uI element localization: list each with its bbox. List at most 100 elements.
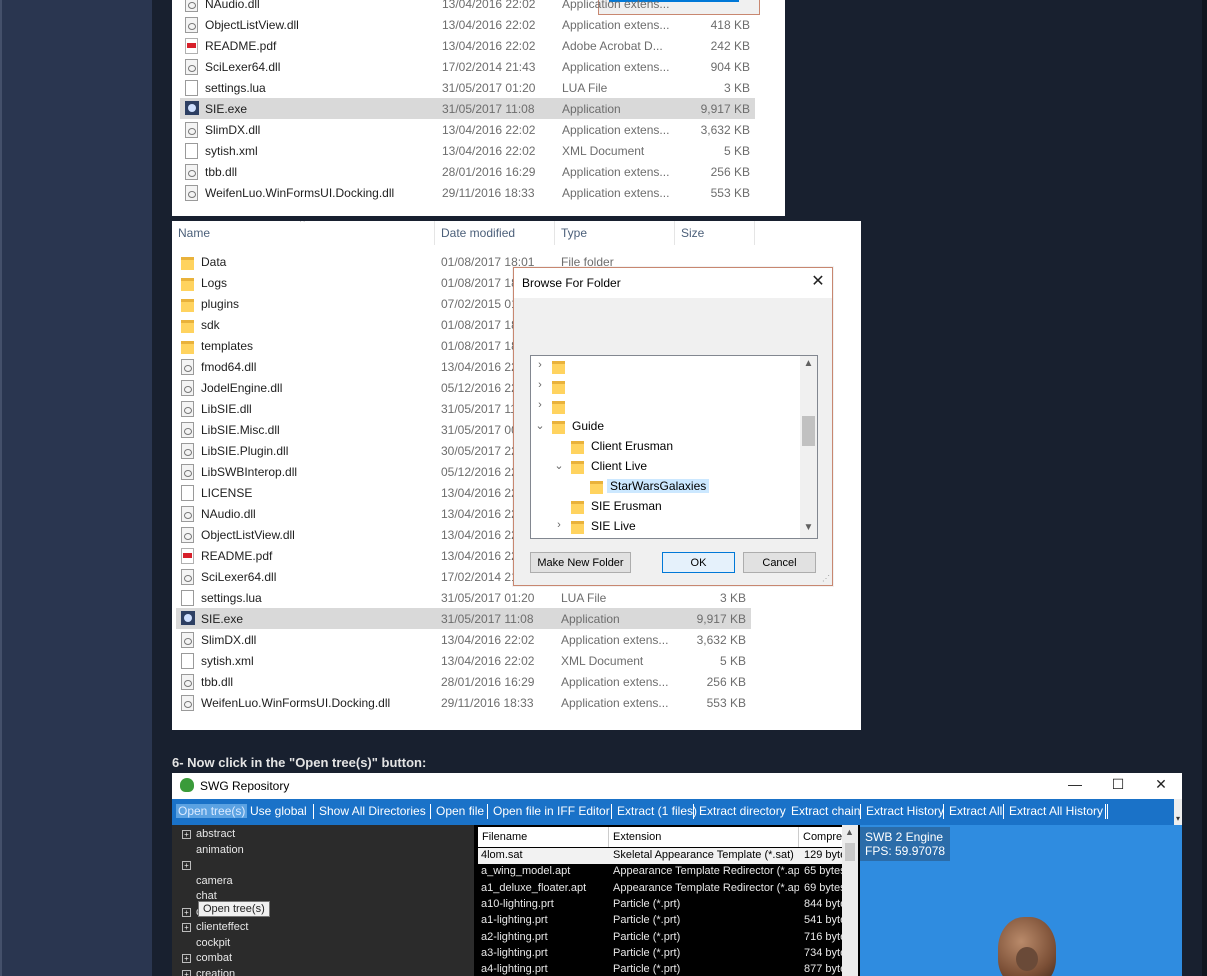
scroll-up-icon[interactable]: ▲ <box>845 827 854 837</box>
file-list[interactable]: Filename Extension Compre... 4lom.sat Ske… <box>478 825 858 976</box>
filename-header[interactable]: Filename <box>478 827 609 847</box>
scroll-thumb[interactable] <box>802 416 815 446</box>
folder-icon <box>181 278 194 291</box>
file-list-row[interactable]: 4lom.sat Skeletal Appearance Template (*.… <box>478 848 842 864</box>
toolbar-button[interactable]: Extract All History <box>1009 804 1103 818</box>
folder-icon <box>181 320 194 333</box>
toolbar-button[interactable]: Extract All <box>949 804 1002 818</box>
folder-icon <box>181 299 194 312</box>
folder-tree-node[interactable]: StarWarsGalaxies <box>531 476 799 496</box>
resize-grip-icon[interactable]: ⋰ <box>822 574 830 583</box>
toolbar-button[interactable]: Use global <box>250 804 307 818</box>
file-row[interactable]: sytish.xml 13/04/2016 22:02 XML Document 5 … <box>180 140 755 161</box>
folder-tree-node[interactable]: SIE Erusman <box>531 496 799 516</box>
file-row[interactable]: WeifenLuo.WinFormsUI.Docking.dll 29/11/20… <box>176 692 751 713</box>
compressed-header[interactable]: Compre... <box>799 827 851 847</box>
file-row[interactable]: tbb.dll 28/01/2016 16:29 Application exten… <box>176 671 751 692</box>
folder-tree-node[interactable]: › SIE Live <box>531 516 799 536</box>
folder-tree-node[interactable]: › <box>531 356 799 376</box>
chevron-right-icon[interactable]: › <box>554 519 564 531</box>
file-row[interactable]: SciLexer64.dll 17/02/2014 21:43 Applicatio… <box>180 56 755 77</box>
file-list-row[interactable]: a2-lighting.prt Particle (*.prt) 716 byte <box>478 930 842 946</box>
file-name: sytish.xml <box>201 654 254 668</box>
toolbar-button[interactable]: Open file in IFF Editor <box>493 804 610 818</box>
file-row[interactable]: tbb.dll 28/01/2016 16:29 Application exten… <box>180 161 755 182</box>
toolbar-button[interactable]: Extract (1 files) <box>617 804 697 818</box>
scroll-down-icon[interactable]: ▼ <box>800 522 817 533</box>
expand-plus-icon[interactable]: + <box>182 907 191 917</box>
expand-plus-icon[interactable]: + <box>182 969 191 976</box>
folder-tree-node[interactable]: Client Erusman <box>531 436 799 456</box>
file-list-scrollbar[interactable]: ▲ <box>842 825 858 976</box>
chevron-right-icon[interactable]: › <box>535 379 545 391</box>
file-row[interactable]: settings.lua 31/05/2017 01:20 LUA File 3 KB <box>176 587 751 608</box>
file-row[interactable]: SIE.exe 31/05/2017 11:08 Application 9,917 … <box>180 98 755 119</box>
toolbar-overflow-icon[interactable]: ▾ <box>1174 799 1182 825</box>
tree-node-label: combat <box>196 952 233 964</box>
tree-scrollbar[interactable]: ▲ ▼ <box>800 356 817 538</box>
file-list-row[interactable]: a_wing_model.apt Appearance Template Redi… <box>478 864 842 880</box>
scroll-thumb[interactable] <box>845 843 855 861</box>
toolbar-separator <box>430 804 431 819</box>
toolbar-button[interactable]: Open file <box>436 804 484 818</box>
minimize-icon[interactable]: — <box>1065 776 1085 792</box>
toolbar-separator <box>860 804 861 819</box>
folder-tree-node[interactable]: ⌄ Client Live <box>531 456 799 476</box>
file-name: a2-lighting.prt <box>481 930 548 943</box>
file-row[interactable]: SlimDX.dll 13/04/2016 22:02 Application ex… <box>180 119 755 140</box>
toolbar-button[interactable]: Extract directory <box>699 804 786 818</box>
folder-tree-node[interactable]: › <box>531 396 799 416</box>
file-list-row[interactable]: a1-lighting.prt Particle (*.prt) 541 byte <box>478 913 842 929</box>
expand-plus-icon[interactable]: + <box>182 861 191 870</box>
file-row[interactable]: SIE.exe 31/05/2017 11:08 Application 9,917 … <box>176 608 751 629</box>
swg-repository-window: SWG Repository — ☐ ✕ Open tree(s) Use glo… <box>172 773 1182 976</box>
application-icon <box>181 611 195 625</box>
tree-node-label: camera <box>196 874 233 887</box>
toolbar-button[interactable]: Show All Directories <box>319 804 426 818</box>
chevron-down-icon[interactable]: ⌄ <box>535 419 545 432</box>
toolbar-button[interactable]: Extract chain <box>791 804 860 818</box>
file-list-row[interactable]: a10-lighting.prt Particle (*.prt) 844 byte <box>478 897 842 913</box>
close-window-icon[interactable]: ✕ <box>1151 776 1171 793</box>
chevron-right-icon[interactable]: › <box>535 399 545 411</box>
extension-header[interactable]: Extension <box>609 827 799 847</box>
file-row[interactable]: WeifenLuo.WinFormsUI.Docking.dll 29/11/20… <box>180 182 755 203</box>
chevron-down-icon[interactable]: ⌄ <box>554 459 564 472</box>
chevron-right-icon[interactable]: › <box>535 359 545 371</box>
ok-button[interactable]: OK <box>662 552 735 573</box>
column-header-type[interactable]: Type <box>555 221 675 245</box>
toolbar-button[interactable]: Open tree(s) <box>176 804 248 818</box>
file-row[interactable]: sytish.xml 13/04/2016 22:02 XML Document 5 … <box>176 650 751 671</box>
column-header-date[interactable]: Date modified <box>435 221 555 245</box>
scroll-up-icon[interactable]: ▲ <box>800 358 817 369</box>
file-list-row[interactable]: a4-lighting.prt Particle (*.prt) 877 byte <box>478 962 842 976</box>
expand-plus-icon[interactable]: + <box>182 954 191 963</box>
sort-caret-icon: ^ <box>300 221 305 228</box>
maximize-icon[interactable]: ☐ <box>1108 776 1128 793</box>
file-row[interactable]: NAudio.dll 13/04/2016 22:02 Application ex… <box>180 0 755 14</box>
file-date: 13/04/2016 22:02 <box>442 39 536 53</box>
file-size: 65 bytes <box>804 865 842 878</box>
file-list-row[interactable]: a1_deluxe_floater.apt Appearance Template… <box>478 881 842 897</box>
file-name: SciLexer64.dll <box>205 60 281 74</box>
file-row[interactable]: README.pdf 13/04/2016 22:02 Adobe Acrobat … <box>180 35 755 56</box>
column-header-size[interactable]: Size <box>675 221 755 245</box>
folder-tree[interactable]: ▲ ▼ › › › ⌄ Guide Client Erusman ⌄ Client Live S… <box>530 355 818 539</box>
repository-tree[interactable]: +creation+combatcockpit+clienteffect+cli… <box>172 825 474 976</box>
file-type: Application <box>562 102 621 116</box>
file-row[interactable]: ObjectListView.dll 13/04/2016 22:02 Applic… <box>180 14 755 35</box>
folder-tree-node[interactable]: › <box>531 376 799 396</box>
file-size: 9,917 KB <box>700 102 750 116</box>
cancel-button[interactable]: Cancel <box>743 552 816 573</box>
file-row[interactable]: SlimDX.dll 13/04/2016 22:02 Application ex… <box>176 629 751 650</box>
folder-tree-node[interactable]: ⌄ Guide <box>531 416 799 436</box>
expand-plus-icon[interactable]: + <box>182 830 191 839</box>
3d-viewport[interactable]: SWB 2 Engine FPS: 59.97078 <box>860 825 1182 976</box>
close-icon[interactable]: ✕ <box>810 274 826 290</box>
make-new-folder-button[interactable]: Make New Folder <box>530 552 631 573</box>
toolbar-button[interactable]: Extract History <box>866 804 944 818</box>
column-size-label: Size <box>681 226 705 240</box>
file-list-row[interactable]: a3-lighting.prt Particle (*.prt) 734 byte <box>478 946 842 962</box>
expand-plus-icon[interactable]: + <box>182 923 191 932</box>
file-row[interactable]: settings.lua 31/05/2017 01:20 LUA File 3 KB <box>180 77 755 98</box>
